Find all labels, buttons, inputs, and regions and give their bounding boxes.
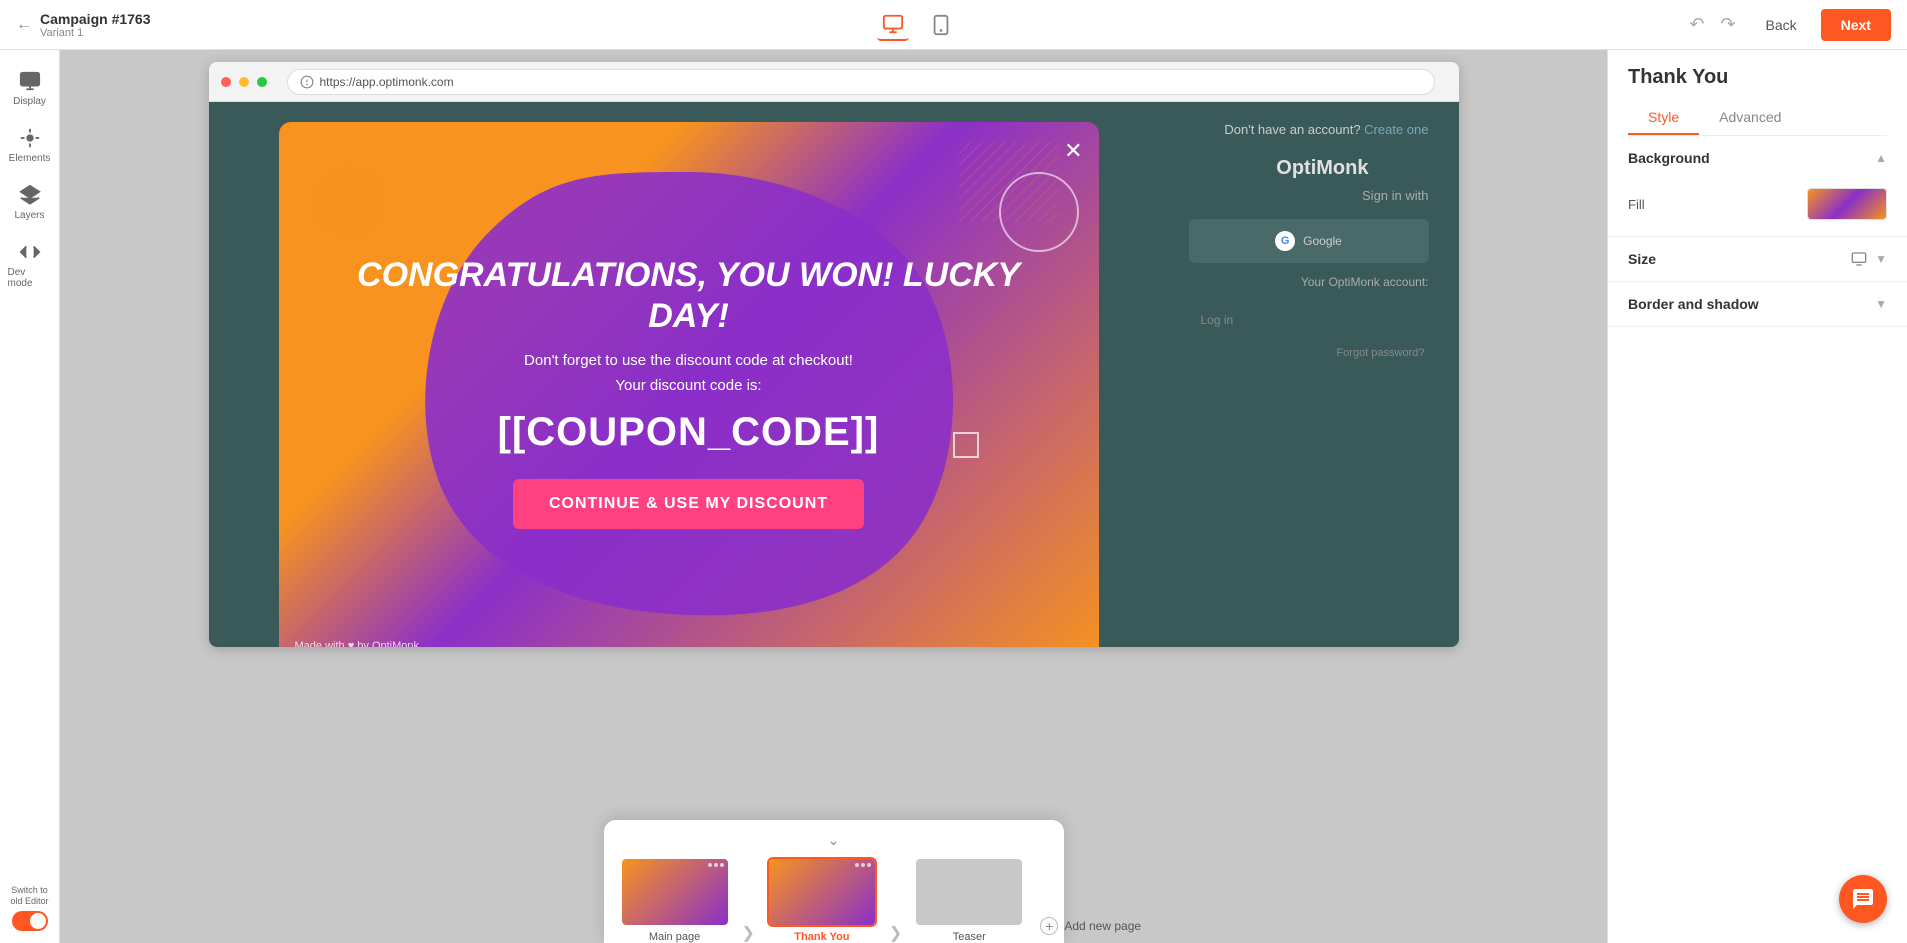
fill-label: Fill (1628, 197, 1795, 212)
undo-redo-group: ↶ ↷ (1683, 10, 1741, 39)
campaign-info: Campaign #1763 Variant 1 (40, 11, 151, 39)
create-one-link[interactable]: Create one (1364, 122, 1428, 137)
sidebar-devmode-label: Dev mode (8, 267, 52, 289)
sidebar-item-elements[interactable]: Elements (4, 119, 56, 172)
panel-section-size: Size ▼ (1608, 237, 1907, 282)
topbar-center (877, 9, 957, 41)
fill-preview[interactable] (1807, 188, 1887, 220)
tab-style[interactable]: Style (1628, 101, 1699, 135)
thumb-thankyou-bg (769, 859, 875, 925)
thumb-teaser-bg (916, 859, 1022, 925)
mobile-device-button[interactable] (925, 9, 957, 41)
background-title: Background (1628, 150, 1710, 166)
tab-advanced[interactable]: Advanced (1699, 101, 1801, 135)
add-page-label: Add new page (1064, 919, 1141, 933)
canvas-area: https://app.optimonk.com Don't have an a… (60, 50, 1607, 943)
size-title: Size (1628, 251, 1656, 267)
switch-editor-toggle[interactable]: Switch to old Editor (5, 885, 55, 931)
page-thumb-thankyou[interactable]: Thank You (767, 857, 877, 943)
page-thumb-teaser[interactable]: Teaser (914, 857, 1024, 943)
thumb-thankyou-dots (855, 863, 871, 867)
sidebar-item-display[interactable]: Display (4, 62, 56, 115)
dot-red (221, 77, 231, 87)
switch-toggle[interactable] (12, 911, 48, 931)
main-area: Display Elements Layers Dev mode Switch … (0, 50, 1907, 943)
panel-section-border: Border and shadow ▼ (1608, 282, 1907, 327)
thumb-main-dots (708, 863, 724, 867)
dot-yellow (239, 77, 249, 87)
border-chevron: ▼ (1875, 297, 1887, 311)
popup-container: Don't have an account? Create one OptiMo… (209, 102, 1459, 647)
desktop-device-button[interactable] (877, 9, 909, 41)
size-section-header[interactable]: Size ▼ (1608, 237, 1907, 281)
monitor-icon (1851, 251, 1867, 267)
redo-button[interactable]: ↷ (1714, 10, 1741, 39)
popup-headline: CONGRATULATIONS, YOU WON! LUCKY DAY! (319, 255, 1059, 337)
popup: ✕ CONGRATULATIONS, YOU WON! LUCKY DAY! D… (279, 122, 1099, 647)
bg-website-text: Don't have an account? Create one OptiMo… (1189, 122, 1429, 359)
close-popup-button[interactable]: ✕ (1064, 138, 1082, 164)
coupon-code: [[COUPON_CODE]] (319, 410, 1059, 455)
sidebar-item-devmode[interactable]: Dev mode (4, 233, 56, 297)
thankyou-page-label: Thank You (794, 931, 849, 943)
page-selector-arrow[interactable]: ⌄ (620, 832, 1048, 849)
browser-toolbar: https://app.optimonk.com (209, 62, 1459, 102)
popup-subtext: Don't forget to use the discount code at… (319, 352, 1059, 369)
popup-discount-intro: Your discount code is: (319, 377, 1059, 394)
background-chevron: ▲ (1875, 151, 1887, 165)
popup-content: CONGRATULATIONS, YOU WON! LUCKY DAY! Don… (279, 235, 1099, 550)
topbar-left: ← Campaign #1763 Variant 1 (16, 11, 151, 39)
browser-frame: https://app.optimonk.com Don't have an a… (209, 62, 1459, 647)
url-text: https://app.optimonk.com (320, 75, 454, 89)
page-arrow-1: ❯ (738, 923, 759, 943)
pages-row: Main page ❯ Thank You ❯ (620, 857, 1048, 943)
cta-button[interactable]: CONTINUE & USE MY DISCOUNT (513, 479, 864, 529)
panel-section-background: Background ▲ Fill (1608, 136, 1907, 237)
right-panel: Thank You Style Advanced Background ▲ Fi… (1607, 50, 1907, 943)
url-bar: https://app.optimonk.com (287, 69, 1435, 95)
teaser-page-label: Teaser (953, 931, 986, 943)
switch-editor-label: Switch to old Editor (5, 885, 55, 908)
background-section-header[interactable]: Background ▲ (1608, 136, 1907, 180)
sidebar-layers-label: Layers (14, 210, 44, 221)
border-title: Border and shadow (1628, 296, 1759, 312)
topbar: ← Campaign #1763 Variant 1 ↶ ↷ Back Next (0, 0, 1907, 50)
page-selector: ⌄ Main page ❯ (604, 820, 1064, 943)
sidebar-elements-label: Elements (9, 153, 51, 164)
popup-main: ✕ CONGRATULATIONS, YOU WON! LUCKY DAY! D… (279, 122, 1099, 647)
next-button[interactable]: Next (1821, 9, 1891, 41)
border-section-header[interactable]: Border and shadow ▼ (1608, 282, 1907, 326)
hatch-decoration (309, 162, 389, 242)
panel-tabs: Style Advanced (1628, 101, 1887, 136)
undo-button[interactable]: ↶ (1683, 10, 1710, 39)
page-thumb-main[interactable]: Main page (620, 857, 730, 943)
made-with: Made with ♥ by OptiMonk (295, 640, 420, 647)
size-chevron: ▼ (1875, 252, 1887, 266)
right-panel-title: Thank You (1628, 66, 1887, 89)
back-nav-button[interactable]: ← (16, 16, 32, 34)
page-arrow-2: ❯ (885, 923, 906, 943)
sidebar-item-layers[interactable]: Layers (4, 176, 56, 229)
fill-row: Fill (1608, 180, 1907, 236)
topbar-right: ↶ ↷ Back Next (1683, 9, 1891, 41)
page-thumb-thankyou-img (767, 857, 877, 927)
add-page-icon: + (1040, 917, 1058, 935)
dot-green (257, 77, 267, 87)
thumb-main-bg (622, 859, 728, 925)
sidebar-bottom: Switch to old Editor (5, 885, 55, 943)
add-page-button[interactable]: + Add new page (1032, 909, 1149, 943)
sidebar-display-label: Display (13, 96, 46, 107)
panel-body: Background ▲ Fill Size ▼ (1608, 136, 1907, 943)
main-page-label: Main page (649, 931, 700, 943)
right-panel-header: Thank You Style Advanced (1608, 50, 1907, 136)
left-sidebar: Display Elements Layers Dev mode Switch … (0, 50, 60, 943)
page-thumb-teaser-img (914, 857, 1024, 927)
back-button[interactable]: Back (1754, 11, 1809, 39)
page-thumb-main-img (620, 857, 730, 927)
campaign-title: Campaign #1763 (40, 11, 151, 27)
campaign-variant: Variant 1 (40, 27, 151, 39)
chat-button[interactable] (1839, 875, 1887, 923)
